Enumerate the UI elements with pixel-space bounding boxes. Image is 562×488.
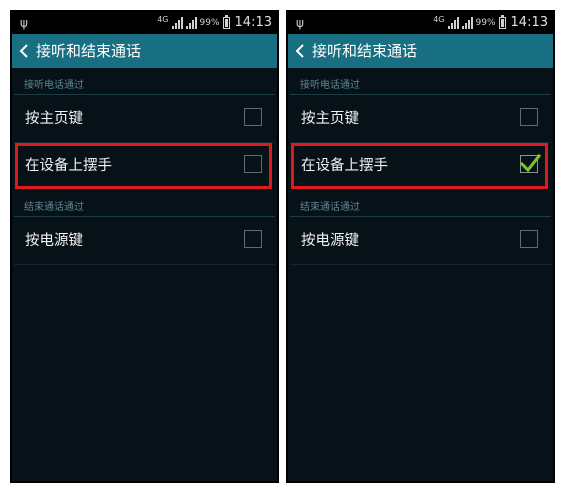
option-wave-hand[interactable]: 在设备上摆手 xyxy=(12,143,277,189)
phone-screen-before: ψ 4G 99% 14:13 接听和结束通话 接听电话通过 按主页键 在设备上摆… xyxy=(10,10,279,483)
home-key-checkbox[interactable] xyxy=(244,108,262,126)
page-title: 接听和结束通话 xyxy=(312,42,418,60)
status-bar: ψ 4G 99% 14:13 xyxy=(288,12,553,34)
option-home-key-label: 按主页键 xyxy=(301,111,359,127)
network-type-label: 4G xyxy=(157,15,169,24)
power-key-checkbox[interactable] xyxy=(520,230,538,248)
section-divider xyxy=(14,94,275,95)
signal-icon xyxy=(447,17,459,29)
option-power-key[interactable]: 按电源键 xyxy=(12,218,277,264)
option-wave-hand[interactable]: 在设备上摆手 xyxy=(288,143,553,189)
status-indicators: 4G 99% 14:13 xyxy=(157,15,272,31)
action-bar: 接听和结束通话 xyxy=(12,34,277,68)
action-bar: 接听和结束通话 xyxy=(288,34,553,68)
signal-icon xyxy=(171,17,183,29)
section-divider xyxy=(290,216,551,217)
checkmark-icon xyxy=(519,153,541,173)
section-divider xyxy=(14,216,275,217)
home-key-checkbox[interactable] xyxy=(520,108,538,126)
option-power-key-label: 按电源键 xyxy=(301,233,359,249)
section-divider xyxy=(290,94,551,95)
section-header-end: 结束通话通过 xyxy=(300,202,360,213)
option-home-key[interactable]: 按主页键 xyxy=(12,96,277,142)
clock: 14:13 xyxy=(234,15,272,30)
clock: 14:13 xyxy=(510,15,548,30)
option-power-key[interactable]: 按电源键 xyxy=(288,218,553,264)
battery-percent: 99% xyxy=(475,18,496,28)
page-title: 接听和结束通话 xyxy=(36,42,142,60)
phone-screen-after: ψ 4G 99% 14:13 接听和结束通话 接听电话通过 按主页键 在设备上摆… xyxy=(286,10,555,483)
signal-icon-2 xyxy=(185,17,197,29)
option-wave-hand-label: 在设备上摆手 xyxy=(301,158,388,174)
section-header-end: 结束通话通过 xyxy=(24,202,84,213)
back-arrow-icon[interactable] xyxy=(292,38,310,64)
network-type-label: 4G xyxy=(433,15,445,24)
wave-hand-checkbox[interactable] xyxy=(519,153,541,173)
usb-icon: ψ xyxy=(296,16,304,30)
signal-icon-2 xyxy=(461,17,473,29)
status-indicators: 4G 99% 14:13 xyxy=(433,15,548,31)
battery-icon xyxy=(498,15,506,29)
option-home-key-label: 按主页键 xyxy=(25,111,83,127)
section-header-answer: 接听电话通过 xyxy=(300,80,360,91)
wave-hand-checkbox[interactable] xyxy=(244,155,262,173)
power-key-checkbox[interactable] xyxy=(244,230,262,248)
battery-percent: 99% xyxy=(199,18,220,28)
row-divider xyxy=(290,264,551,265)
option-power-key-label: 按电源键 xyxy=(25,233,83,249)
back-arrow-icon[interactable] xyxy=(16,38,34,64)
option-wave-hand-label: 在设备上摆手 xyxy=(25,158,112,174)
option-home-key[interactable]: 按主页键 xyxy=(288,96,553,142)
usb-icon: ψ xyxy=(20,16,28,30)
battery-icon xyxy=(222,15,230,29)
section-header-answer: 接听电话通过 xyxy=(24,80,84,91)
row-divider xyxy=(14,264,275,265)
status-bar: ψ 4G 99% 14:13 xyxy=(12,12,277,34)
